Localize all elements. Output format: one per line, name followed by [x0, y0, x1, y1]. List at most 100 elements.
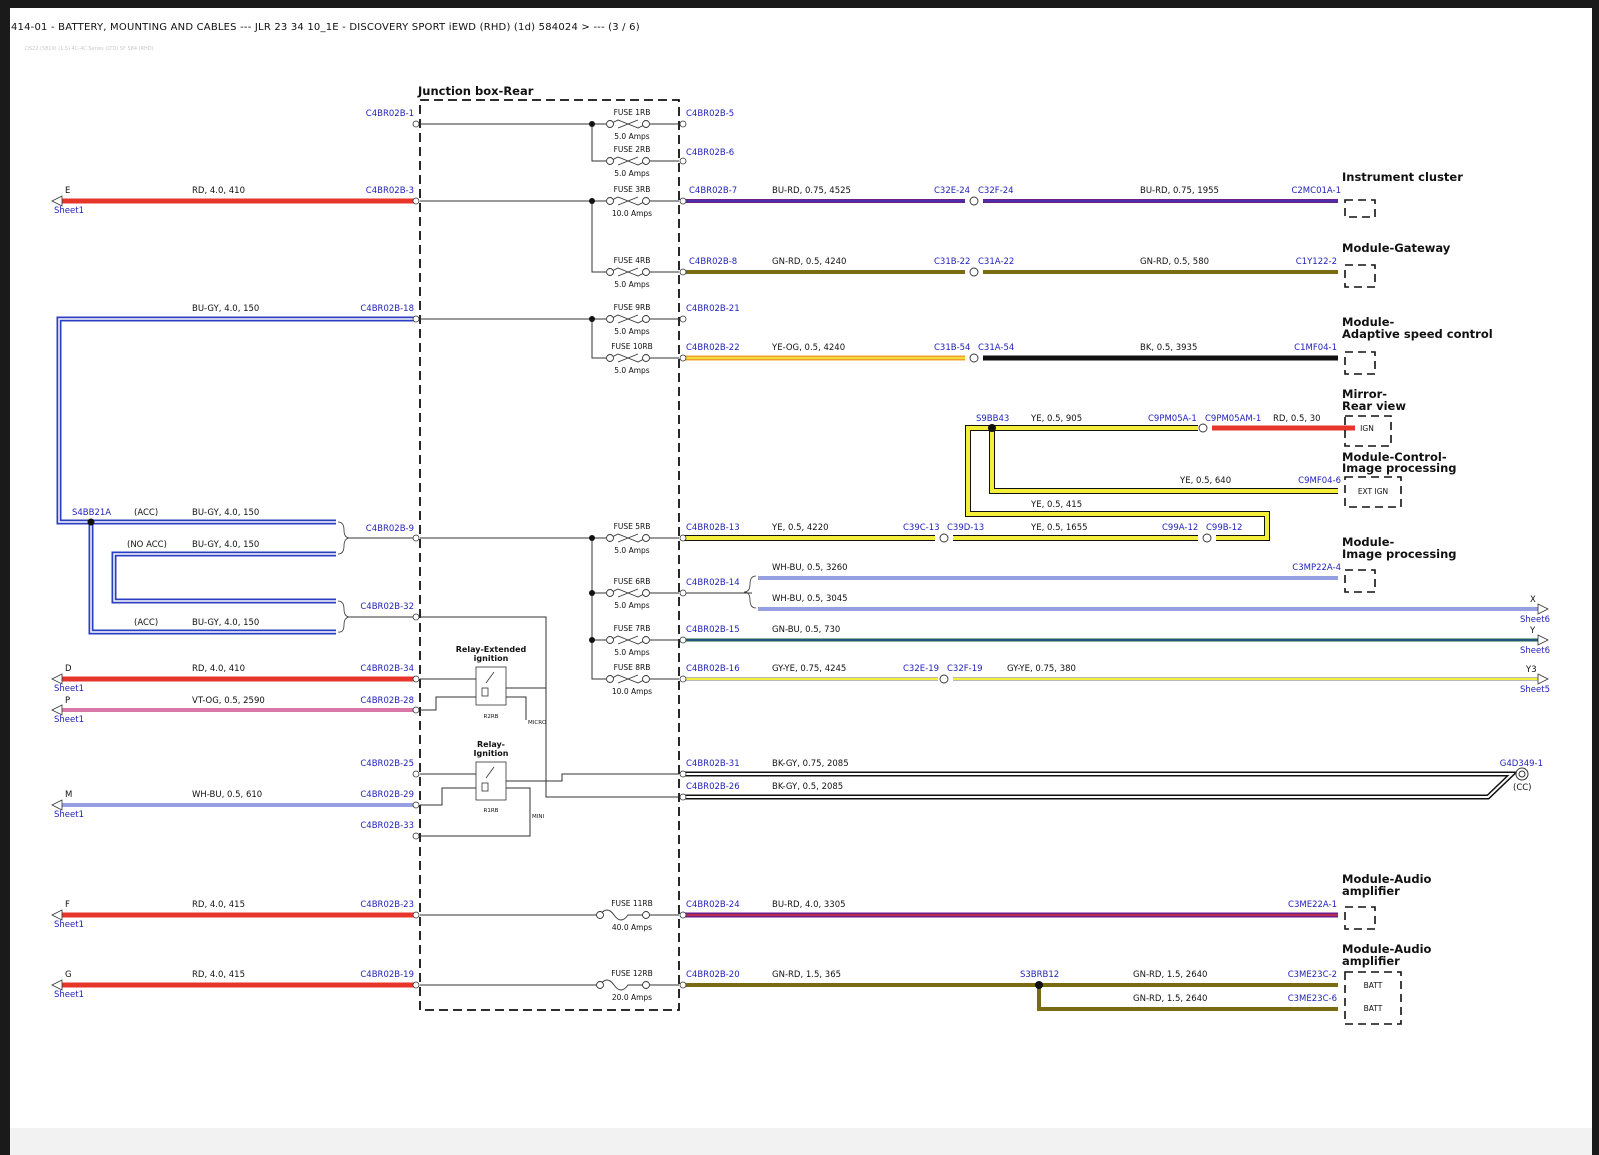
fuse-rating-5: 5.0 Amps: [614, 327, 650, 336]
offsheet-d-sheet[interactable]: Sheet1: [54, 684, 84, 694]
relay-ignition: [475, 761, 507, 801]
fuse-label-3: FUSE 3RB: [614, 185, 651, 194]
wire-label-20c: GN-RD, 1.5, 2640: [1133, 994, 1207, 1004]
offsheet-d: D: [65, 664, 72, 674]
offsheet-p-sheet[interactable]: Sheet1: [54, 715, 84, 725]
conn-c4br02b-3: C4BR02B-3: [366, 186, 414, 196]
conn-c4br02b-6: C4BR02B-6: [686, 148, 734, 158]
wire-label-p: VT-OG, 0.5, 2590: [192, 696, 265, 706]
pin-circle: [679, 770, 687, 778]
offsheet-f-sheet[interactable]: Sheet1: [54, 920, 84, 930]
conn-c3me22a-1: C3ME22A-1: [1288, 900, 1337, 910]
noacc-label: (NO ACC): [127, 540, 167, 550]
acc-label-2: (ACC): [134, 618, 158, 628]
relay-ignition-title-2: Ignition: [474, 749, 509, 758]
fuse-rating-8: 5.0 Amps: [614, 601, 650, 610]
wire-label-s9-1: YE, 0.5, 905: [1030, 414, 1082, 424]
offsheet-e: E: [65, 186, 70, 196]
offsheet-y3: Y3: [1525, 665, 1537, 675]
conn-c39c-13: C39C-13: [903, 523, 940, 533]
offsheet-y3-sheet[interactable]: Sheet5: [1520, 685, 1550, 695]
offsheet-m-sheet[interactable]: Sheet1: [54, 810, 84, 820]
wire-label-s9-3: YE, 0.5, 640: [1179, 476, 1231, 486]
left-wires: [56, 198, 416, 988]
pin-circle: [412, 315, 420, 323]
splice-s3brb12: S3BRB12: [1020, 970, 1059, 980]
wire-label-m: WH-BU, 0.5, 610: [192, 790, 262, 800]
conn-c9mf04-6: C9MF04-6: [1298, 476, 1341, 486]
pin-circle: [679, 120, 687, 128]
offsheet-g: G: [65, 970, 72, 980]
pin-ext-ign: EXT IGN: [1358, 487, 1388, 496]
module-audio-2b: amplifier: [1342, 954, 1400, 968]
pin-circle: [412, 832, 420, 840]
conn-c4br02b-32: C4BR02B-32: [360, 602, 414, 612]
fuse-6: [606, 353, 650, 363]
wire-label-noacc: BU-GY, 4.0, 150: [192, 540, 259, 550]
fuse-10: [606, 674, 650, 684]
pin-circle: [412, 534, 420, 542]
offsheet-e-sheet[interactable]: Sheet1: [54, 206, 84, 216]
conn-c4br02b-25: C4BR02B-25: [360, 759, 414, 769]
fuse-label-1: FUSE 1RB: [614, 108, 651, 117]
conn-c4br02b-15: C4BR02B-15: [686, 625, 740, 635]
fuse-rating-1: 5.0 Amps: [614, 132, 650, 141]
conn-c4br02b-21: C4BR02B-21: [686, 304, 740, 314]
offsheet-y-sheet[interactable]: Sheet6: [1520, 646, 1550, 656]
fuse-label-11: FUSE 11RB: [611, 899, 653, 908]
splice-s9bb43: S9BB43: [976, 414, 1009, 424]
conn-c4br02b-14: C4BR02B-14: [686, 578, 740, 588]
relay-extended-title-2: ignition: [474, 654, 509, 663]
pin-batt-1: BATT: [1364, 981, 1383, 990]
offsheet-arrows-left[interactable]: [51, 195, 63, 991]
wire-label-14a: WH-BU, 0.5, 3260: [772, 563, 848, 573]
fuse-1: [606, 119, 650, 129]
fuse-label-12: FUSE 12RB: [611, 969, 653, 978]
wire-label-acc1: BU-GY, 4.0, 150: [192, 508, 259, 518]
pin-circle: [679, 354, 687, 362]
module-gateway: Module-Gateway: [1342, 241, 1451, 255]
conn-c4br02b-5: C4BR02B-5: [686, 109, 734, 119]
pin-circle: [412, 770, 420, 778]
wire-label-22b: BK, 0.5, 3935: [1140, 343, 1197, 353]
offsheet-p: P: [65, 696, 70, 706]
wire-label-18: BU-GY, 4.0, 150: [192, 304, 259, 314]
wire-label-8a: GN-RD, 0.5, 4240: [772, 257, 846, 267]
pin-circle: [412, 120, 420, 128]
conn-c4br02b-8: C4BR02B-8: [689, 257, 737, 267]
fuse-label-9: FUSE 7RB: [614, 624, 651, 633]
offsheet-g-sheet[interactable]: Sheet1: [54, 990, 84, 1000]
wire-label-7b: BU-RD, 0.75, 1955: [1140, 186, 1219, 196]
conn-c4br02b-7: C4BR02B-7: [689, 186, 737, 196]
pin-circle: [679, 157, 687, 165]
fuse-rating-11: 40.0 Amps: [612, 923, 652, 932]
wire-label-s9-4: YE, 0.5, 415: [1030, 500, 1082, 510]
conn-g4d349-1: G4D349-1: [1500, 759, 1543, 769]
pin-batt-2: BATT: [1364, 1004, 1383, 1013]
conn-c31a-54: C31A-54: [978, 343, 1014, 353]
wire-label-13a: YE, 0.5, 4220: [771, 523, 829, 533]
offsheet-f: F: [65, 900, 70, 910]
fuse-rating-10: 10.0 Amps: [612, 687, 652, 696]
conn-c99a-12: C99A-12: [1162, 523, 1198, 533]
fuse-label-2: FUSE 2RB: [614, 145, 651, 154]
wire-label-20a: GN-RD, 1.5, 365: [772, 970, 841, 980]
fuse-label-4: FUSE 4RB: [614, 256, 651, 265]
splice-s4bb21a: S4BB21A: [72, 508, 111, 518]
fuse-rating-3: 10.0 Amps: [612, 209, 652, 218]
conn-c4br02b-23: C4BR02B-23: [360, 900, 414, 910]
module-adaptive-2: Adaptive speed control: [1342, 327, 1493, 341]
fuse-9: [606, 635, 650, 645]
conn-c1y122-2: C1Y122-2: [1296, 257, 1337, 267]
conn-c4br02b-9: C4BR02B-9: [366, 524, 414, 534]
conn-c32f-24: C32F-24: [978, 186, 1014, 196]
wiring-diagram: Junction box-Rear Relay-Extended ignitio…: [51, 84, 1550, 1025]
fuse-5: [606, 314, 650, 324]
conn-c4br02b-29: C4BR02B-29: [360, 790, 414, 800]
fuse-label-8: FUSE 6RB: [614, 577, 651, 586]
offsheet-x-sheet[interactable]: Sheet6: [1520, 615, 1550, 625]
wire-label-16a: GY-YE, 0.75, 4245: [772, 664, 846, 674]
conn-c4br02b-33: C4BR02B-33: [360, 821, 414, 831]
pin-circle: [412, 197, 420, 205]
conn-c4br02b-31: C4BR02B-31: [686, 759, 740, 769]
